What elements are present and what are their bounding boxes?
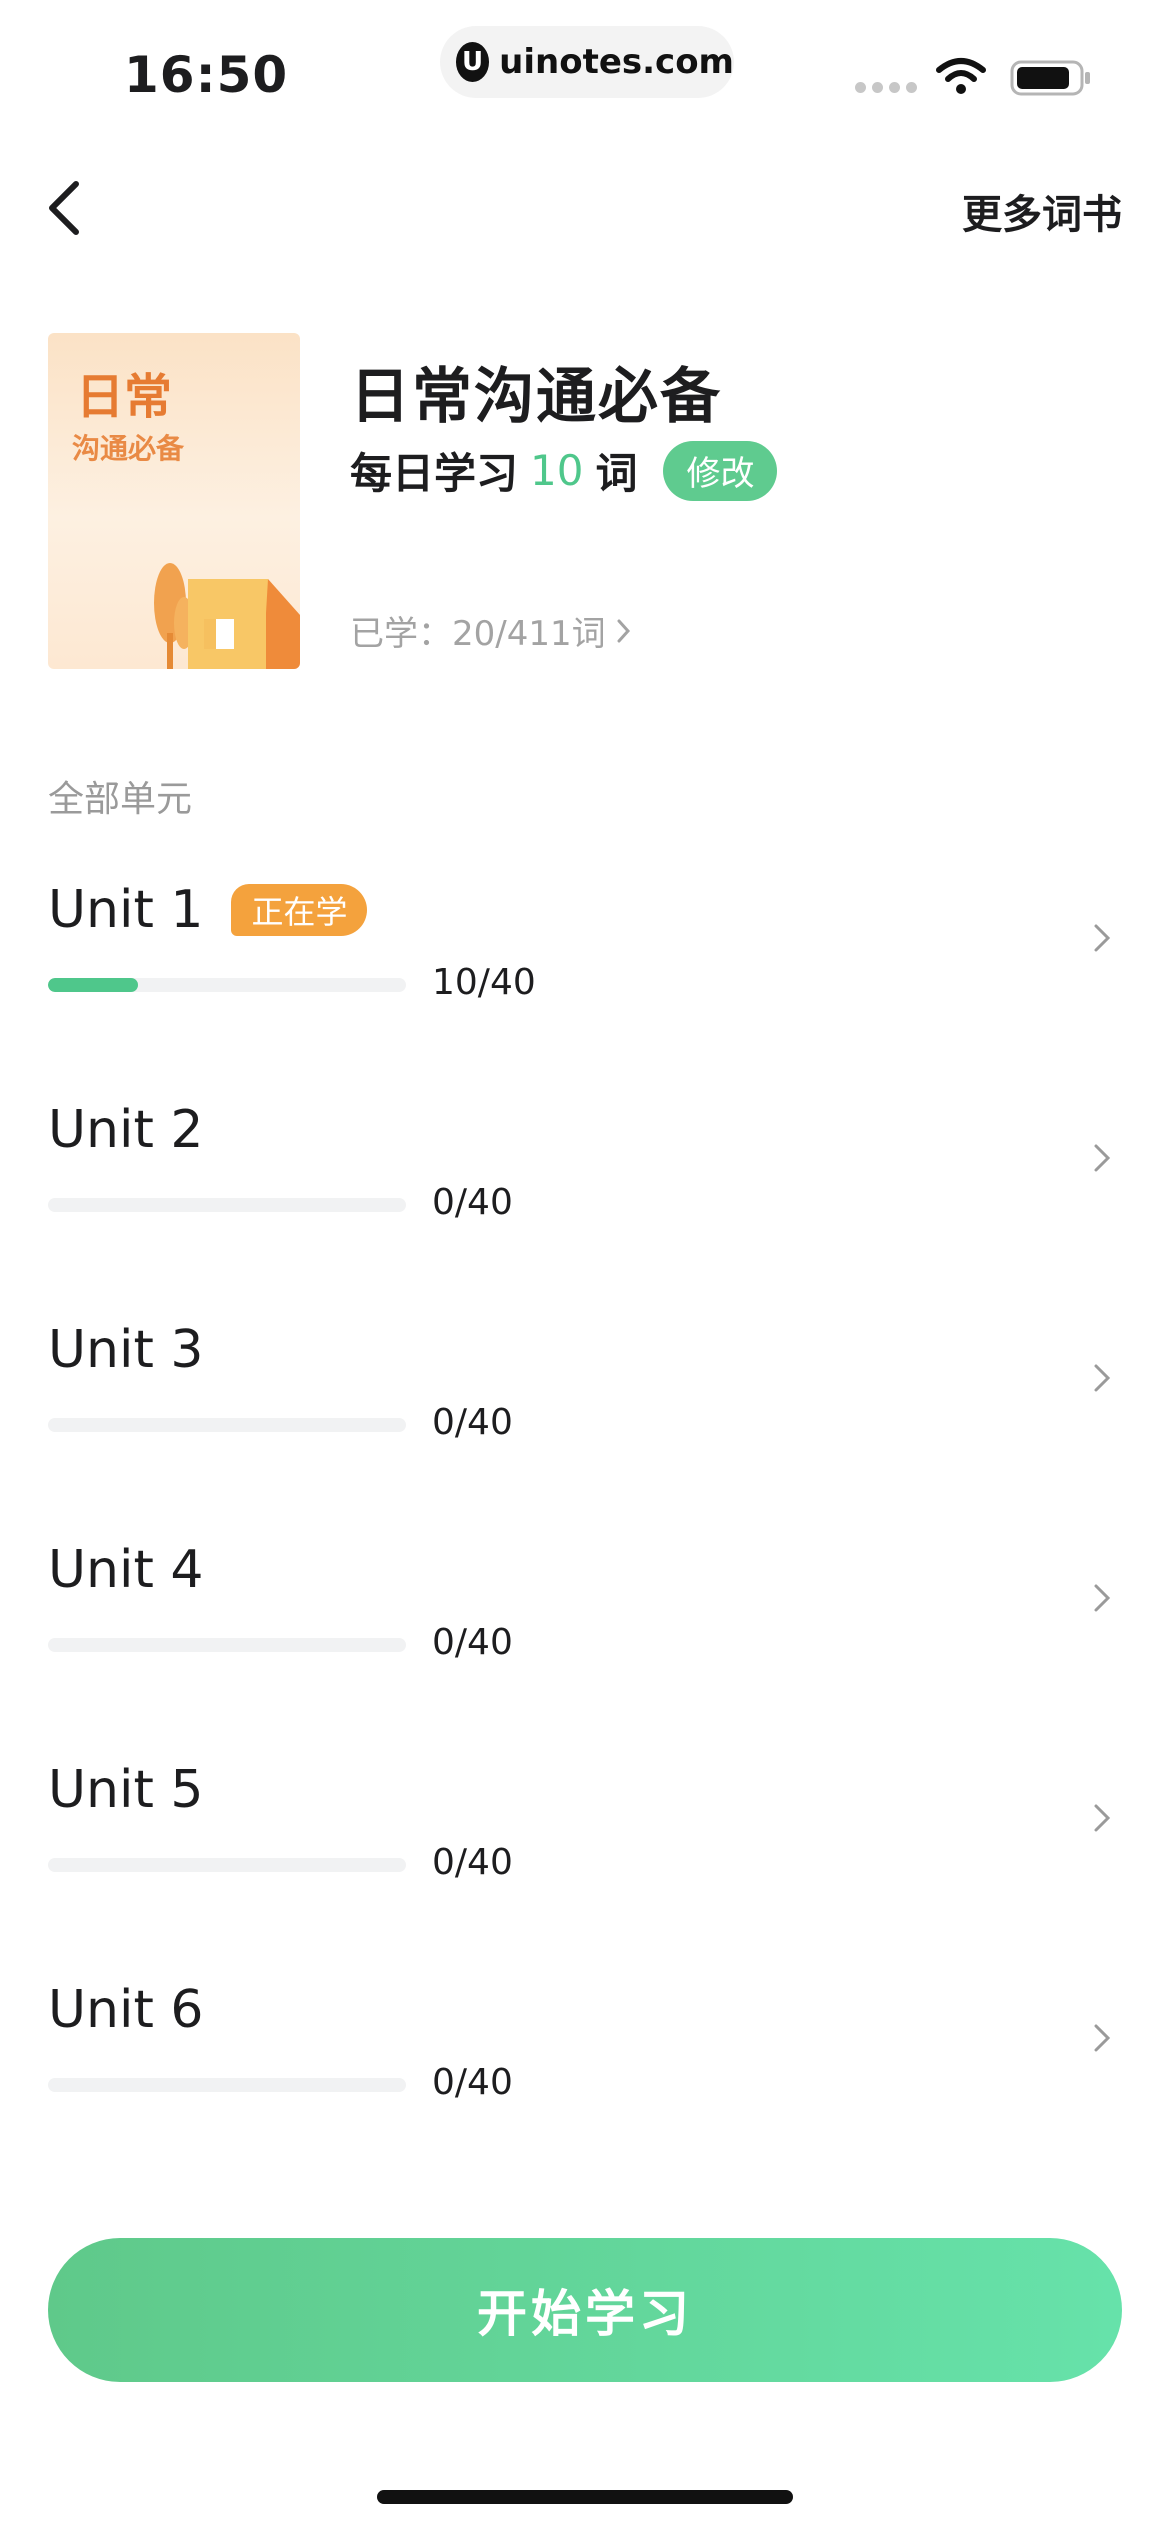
- unit-title: Unit 3: [48, 1320, 203, 1380]
- unit-row[interactable]: Unit 4 0/40: [0, 1540, 1170, 1740]
- more-books-link[interactable]: 更多词书: [962, 182, 1122, 240]
- unit-row[interactable]: Unit 3 0/40: [0, 1320, 1170, 1520]
- unit-progress-count: 0/40: [432, 1622, 513, 1663]
- chevron-right-icon: [1094, 1804, 1111, 1832]
- chevron-right-icon: [1094, 1364, 1111, 1392]
- unit-progress-bar: [48, 1638, 406, 1652]
- unit-title: Unit 2: [48, 1100, 203, 1160]
- unit-row[interactable]: Unit 5 0/40: [0, 1760, 1170, 1960]
- unit-row[interactable]: Unit 1 正在学 10/40: [0, 880, 1170, 1080]
- section-label: 全部单元: [48, 779, 193, 820]
- word-book-page: 16:50 U uinotes.com 更多词书 日常 沟通必备 日常沟通必备: [0, 0, 1170, 2532]
- unit-title: Unit 6: [48, 1980, 203, 2040]
- learned-text: 已学：20/411词: [350, 614, 606, 654]
- chevron-right-icon: [1094, 924, 1111, 952]
- house-illustration-icon: [154, 563, 300, 669]
- unit-progress-count: 0/40: [432, 1842, 513, 1883]
- unit-title-text: Unit 6: [48, 1980, 204, 2040]
- cover-title: 日常: [76, 369, 173, 425]
- unit-progress-bar: [48, 1858, 406, 1872]
- cover-subtitle: 沟通必备: [72, 432, 185, 465]
- unit-title-text: Unit 1: [48, 880, 204, 940]
- unit-progress-count: 0/40: [432, 2062, 513, 2103]
- unit-title: Unit 1 正在学: [48, 880, 368, 940]
- unit-progress-bar: [48, 978, 406, 992]
- chevron-right-icon: [1094, 2024, 1111, 2052]
- chevron-right-icon: [1094, 1584, 1111, 1612]
- unit-progress-bar: [48, 1198, 406, 1212]
- unit-progress-count: 10/40: [432, 962, 536, 1003]
- unit-title: Unit 4: [48, 1540, 203, 1600]
- book-title: 日常沟通必备: [350, 362, 722, 432]
- unit-title: Unit 5: [48, 1760, 203, 1820]
- url-pill[interactable]: U uinotes.com: [440, 26, 734, 98]
- unit-row[interactable]: Unit 6 0/40: [0, 1980, 1170, 2180]
- start-learning-button[interactable]: 开始学习: [48, 2238, 1122, 2382]
- daily-count: 10: [530, 446, 584, 495]
- edit-daily-goal-button[interactable]: 修改: [663, 440, 778, 501]
- unit-title-text: Unit 5: [48, 1760, 204, 1820]
- unit-progress-bar: [48, 2078, 406, 2092]
- site-logo-icon: U: [456, 42, 490, 82]
- wifi-icon: [936, 58, 986, 94]
- current-unit-badge: 正在学: [231, 884, 368, 936]
- daily-prefix: 每日学习: [350, 449, 519, 498]
- unit-title-text: Unit 4: [48, 1540, 204, 1600]
- unit-progress-count: 0/40: [432, 1182, 513, 1223]
- book-cover[interactable]: 日常 沟通必备: [48, 333, 300, 669]
- unit-progress-count: 0/40: [432, 1402, 513, 1443]
- unit-title-text: Unit 2: [48, 1100, 204, 1160]
- chevron-right-icon: [1094, 1144, 1111, 1172]
- url-text: uinotes.com: [499, 42, 734, 82]
- battery-icon: [1010, 60, 1090, 96]
- unit-row[interactable]: Unit 2 0/40: [0, 1100, 1170, 1300]
- learned-progress-link[interactable]: 已学：20/411词: [350, 606, 634, 655]
- unit-progress-bar: [48, 1418, 406, 1432]
- unit-progress-fill: [48, 978, 138, 992]
- chevron-right-icon: [617, 619, 630, 642]
- home-indicator: [377, 2490, 793, 2504]
- back-icon[interactable]: [40, 172, 96, 244]
- status-time: 16:50: [124, 46, 289, 104]
- daily-goal: 每日学习 10 词 修改: [350, 440, 778, 501]
- daily-suffix: 词: [595, 449, 638, 498]
- unit-title-text: Unit 3: [48, 1320, 204, 1380]
- cellular-signal-icon: [855, 82, 917, 93]
